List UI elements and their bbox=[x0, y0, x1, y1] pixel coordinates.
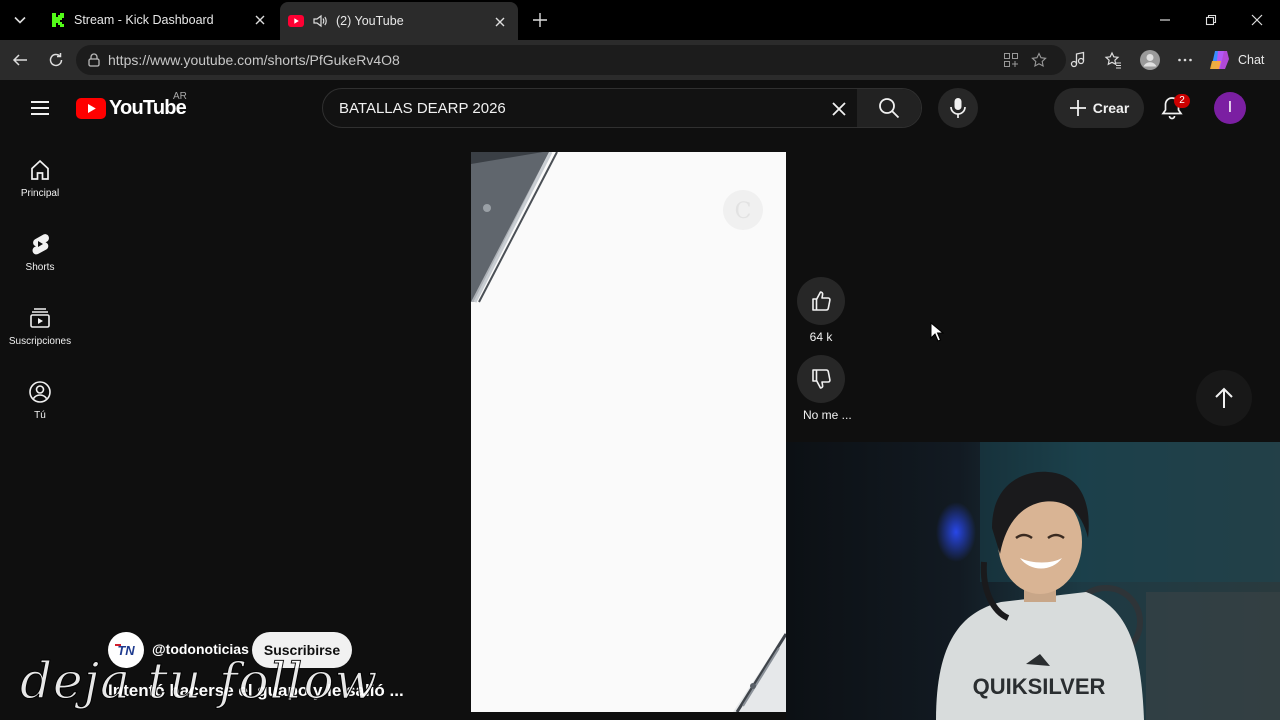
media-icon bbox=[1070, 51, 1085, 68]
sidebar-item-label: Suscripciones bbox=[8, 336, 72, 347]
stream-overlay-text: deja tu follow bbox=[19, 652, 379, 711]
like-button[interactable] bbox=[797, 277, 845, 325]
video-frame: C bbox=[471, 152, 786, 712]
profile-button[interactable] bbox=[1138, 48, 1162, 72]
youtube-icon bbox=[288, 15, 304, 27]
address-bar[interactable]: https://www.youtube.com/shorts/PfGukeRv4… bbox=[76, 45, 1066, 75]
arrow-up-icon bbox=[1215, 387, 1233, 408]
close-tab-icon[interactable] bbox=[492, 14, 508, 30]
thumbs-down-icon bbox=[812, 369, 831, 389]
favorites-icon bbox=[1104, 51, 1121, 69]
sidebar-item-shorts[interactable]: Shorts bbox=[4, 224, 76, 298]
shorts-video-player[interactable]: C bbox=[471, 152, 786, 712]
sidebar-item-you[interactable]: Tú bbox=[4, 372, 76, 446]
search-button[interactable] bbox=[857, 89, 921, 127]
minimize-icon bbox=[1160, 19, 1170, 21]
app-available-icon[interactable] bbox=[1003, 52, 1019, 68]
site-info-icon[interactable] bbox=[86, 52, 102, 68]
reload-button[interactable] bbox=[44, 48, 68, 72]
tab-youtube[interactable]: (2) YouTube bbox=[280, 2, 518, 40]
more-horizontal-icon bbox=[1178, 58, 1192, 62]
mouse-cursor-icon bbox=[930, 322, 944, 342]
plus-icon bbox=[1069, 100, 1086, 116]
copilot-label: Chat bbox=[1238, 53, 1265, 67]
webcam-feed: QUIKSILVER bbox=[786, 442, 1280, 720]
browser-tab-bar: Stream - Kick Dashboard (2) YouTube bbox=[0, 0, 1280, 40]
you-icon bbox=[29, 381, 51, 403]
arrow-left-icon bbox=[12, 54, 27, 66]
sidebar-item-label: Shorts bbox=[25, 262, 55, 273]
close-icon bbox=[832, 102, 846, 116]
previous-video-button[interactable] bbox=[1196, 370, 1252, 426]
reload-icon bbox=[49, 53, 63, 67]
dislike-button[interactable] bbox=[797, 355, 845, 403]
country-code: AR bbox=[173, 91, 187, 102]
like-count: 64 k bbox=[809, 330, 833, 344]
tab-kick-dashboard[interactable]: Stream - Kick Dashboard bbox=[40, 0, 278, 40]
new-tab-button[interactable] bbox=[528, 8, 552, 32]
hamburger-menu-icon bbox=[31, 101, 49, 115]
notification-badge: 2 bbox=[1174, 94, 1190, 108]
close-icon bbox=[1251, 14, 1263, 26]
restore-icon bbox=[1205, 14, 1217, 26]
create-label: Crear bbox=[1092, 100, 1130, 116]
sidebar-item-label: Tú bbox=[34, 410, 46, 421]
favorite-star-icon[interactable] bbox=[1031, 52, 1047, 68]
voice-search-button[interactable] bbox=[938, 88, 978, 128]
youtube-logo-icon bbox=[76, 97, 106, 119]
dislike-label: No me ... bbox=[803, 408, 852, 422]
shorts-icon bbox=[32, 234, 49, 255]
minimize-button[interactable] bbox=[1153, 8, 1177, 32]
url-text: https://www.youtube.com/shorts/PfGukeRv4… bbox=[108, 52, 400, 68]
guide-menu-button[interactable] bbox=[24, 92, 56, 124]
svg-text:QUIKSILVER: QUIKSILVER bbox=[973, 674, 1106, 699]
sidebar-item-home[interactable]: Principal bbox=[4, 150, 76, 224]
browser-toolbar: https://www.youtube.com/shorts/PfGukeRv4… bbox=[0, 40, 1280, 80]
search-icon bbox=[879, 98, 900, 119]
plus-icon bbox=[533, 13, 547, 27]
youtube-logo[interactable]: YouTube AR bbox=[76, 91, 187, 120]
sidebar-item-label: Principal bbox=[20, 188, 60, 199]
home-icon bbox=[31, 159, 49, 180]
webcam-overlay: QUIKSILVER bbox=[786, 442, 1280, 720]
search-input[interactable]: BATALLAS DEARP 2026 bbox=[339, 100, 506, 117]
create-button[interactable]: Crear bbox=[1054, 88, 1144, 128]
media-control-button[interactable] bbox=[1066, 48, 1090, 72]
more-menu-button[interactable] bbox=[1173, 48, 1197, 72]
close-tab-icon[interactable] bbox=[252, 12, 268, 28]
close-window-button[interactable] bbox=[1245, 8, 1269, 32]
subscriptions-icon bbox=[30, 308, 50, 328]
chevron-down-icon bbox=[14, 16, 26, 24]
copilot-chat-button[interactable]: Chat bbox=[1208, 47, 1264, 73]
profile-icon bbox=[1140, 50, 1160, 70]
svg-text:C: C bbox=[735, 199, 752, 224]
tab-title: (2) YouTube bbox=[336, 14, 404, 28]
favorites-button[interactable] bbox=[1101, 48, 1125, 72]
clear-search-button[interactable] bbox=[827, 97, 851, 121]
search-box: BATALLAS DEARP 2026 bbox=[322, 88, 922, 128]
back-button[interactable] bbox=[8, 48, 32, 72]
copilot-icon bbox=[1210, 51, 1229, 69]
thumbs-up-icon bbox=[812, 291, 831, 311]
youtube-header: YouTube AR BATALLAS DEARP 2026 Crear 2 I bbox=[0, 80, 1280, 136]
restore-button[interactable] bbox=[1199, 8, 1223, 32]
tab-list-button[interactable] bbox=[6, 6, 34, 34]
speaker-icon[interactable] bbox=[312, 13, 328, 29]
microphone-icon bbox=[950, 98, 966, 118]
sidebar-item-subscriptions[interactable]: Suscripciones bbox=[4, 298, 76, 372]
account-avatar[interactable]: I bbox=[1214, 92, 1246, 124]
tab-title: Stream - Kick Dashboard bbox=[74, 13, 214, 27]
kick-icon bbox=[50, 12, 66, 28]
